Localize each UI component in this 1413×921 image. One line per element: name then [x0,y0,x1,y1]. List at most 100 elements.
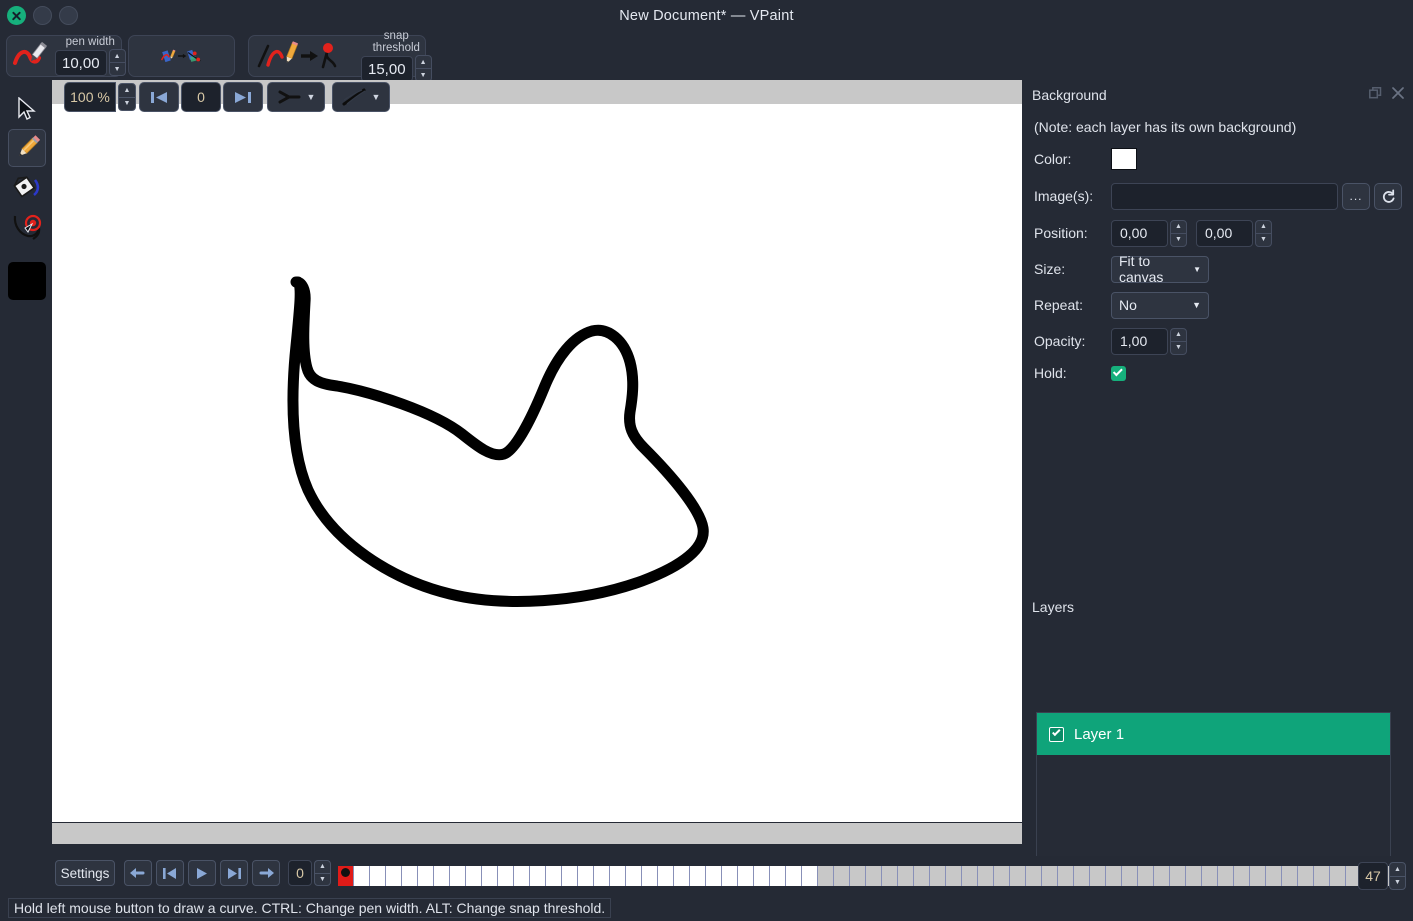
timeline-frame-cell[interactable] [738,866,754,886]
timeline-frame-cell[interactable] [1042,866,1058,886]
timeline-frame-cell[interactable] [594,866,610,886]
background-position-x-stepper[interactable]: ▲ ▼ [1170,219,1187,247]
pen-width-increase[interactable]: ▲ [109,50,125,63]
position-y-decrease[interactable]: ▼ [1256,234,1271,246]
timeline-frame-cell[interactable] [514,866,530,886]
timeline-frame-cell[interactable] [706,866,722,886]
timeline-settings-button[interactable]: Settings [55,860,115,886]
timeline-frame-cell[interactable] [802,866,818,886]
timeline-frame-cell[interactable] [1138,866,1154,886]
timeline-frame-cell[interactable] [754,866,770,886]
timeline-frame-cell[interactable] [1026,866,1042,886]
snap-threshold-value[interactable]: 15,00 [361,56,413,82]
timeline-end-frame-stepper[interactable]: ▲ ▼ [1389,862,1406,890]
background-opacity-stepper[interactable]: ▲ ▼ [1170,327,1187,355]
timeline-current-frame-stepper[interactable]: ▲ ▼ [314,860,331,886]
end-frame-increase[interactable]: ▲ [1390,863,1405,877]
select-tool[interactable] [8,90,46,128]
timeline-frame-cell[interactable] [1218,866,1234,886]
background-opacity-input[interactable]: 1,00 [1111,327,1168,355]
snap-threshold-spinner[interactable]: 15,00 ▲ ▼ [361,55,432,82]
timeline-frame-cell[interactable] [1234,866,1250,886]
zoom-decrease[interactable]: ▼ [119,98,135,111]
snap-icon[interactable] [255,39,355,73]
pen-width-value[interactable]: 10,00 [55,50,107,76]
canvas-horizontal-scrollbar[interactable] [52,822,1022,844]
position-x-increase[interactable]: ▲ [1171,221,1186,234]
timeline-current-frame-value[interactable]: 0 [288,860,312,886]
timeline-frame-cell[interactable] [946,866,962,886]
position-y-increase[interactable]: ▲ [1256,221,1271,234]
timeline-frame-cell[interactable] [434,866,450,886]
sculpt-tool[interactable] [8,207,46,245]
timeline-frame-cell[interactable] [658,866,674,886]
timeline-frame-cell[interactable] [850,866,866,886]
float-panel-icon[interactable] [1369,86,1382,100]
timeline-frame-cell[interactable] [1170,866,1186,886]
timeline-frame-cell[interactable] [994,866,1010,886]
position-x-decrease[interactable]: ▼ [1171,234,1186,246]
previous-keyframe-button[interactable] [124,860,152,886]
opacity-decrease[interactable]: ▼ [1171,342,1186,354]
topology-dropdown-button[interactable]: ▼ [267,82,325,112]
pen-width-spinner[interactable]: 10,00 ▲ ▼ [55,49,126,76]
timeline-frame-cell[interactable] [370,866,386,886]
go-to-first-frame-button[interactable] [139,82,179,112]
timeline-frame-cell[interactable] [1330,866,1346,886]
timeline-frame-cell[interactable] [690,866,706,886]
zoom-increase[interactable]: ▲ [119,84,135,98]
background-position-x-input[interactable]: 0,00 [1111,219,1168,247]
timeline-frame-cell[interactable] [546,866,562,886]
pen-width-decrease[interactable]: ▼ [110,63,125,75]
snap-threshold-increase[interactable]: ▲ [415,56,431,69]
timeline-frame-cell[interactable] [450,866,466,886]
background-hold-checkbox[interactable] [1111,365,1126,381]
timeline-frame-cell[interactable] [818,866,834,886]
draw-curve-icon[interactable] [13,39,49,73]
timeline-frame-cell[interactable] [610,866,626,886]
chevron-down-icon[interactable]: ▼ [307,92,316,102]
timeline-frame-cell[interactable] [1010,866,1026,886]
timeline-frame-cell[interactable] [1058,866,1074,886]
next-keyframe-button[interactable] [252,860,280,886]
timeline-frame-cell[interactable] [978,866,994,886]
timeline-frame-cell[interactable] [530,866,546,886]
stroke-style-dropdown-button[interactable]: ▼ [332,82,390,112]
timeline-frame-cell[interactable] [722,866,738,886]
timeline-frame-cell[interactable] [866,866,882,886]
timeline-frame-cell[interactable] [1154,866,1170,886]
pen-width-stepper[interactable]: ▲ ▼ [108,49,126,76]
timeline-frame-strip[interactable] [338,866,1394,886]
layer-visibility-checkbox[interactable] [1049,726,1064,742]
reload-images-button[interactable] [1374,182,1402,210]
background-position-y-input[interactable]: 0,00 [1196,219,1253,247]
paint-bucket-tool[interactable] [8,168,46,206]
timeline-frame-cell[interactable] [898,866,914,886]
background-repeat-dropdown[interactable]: No ▼ [1111,291,1209,319]
timeline-frame-cell[interactable] [578,866,594,886]
timeline-frame-cell[interactable] [1090,866,1106,886]
timeline-frame-cell[interactable] [1074,866,1090,886]
timeline-frame-cell[interactable] [1122,866,1138,886]
browse-images-button[interactable]: ... [1342,182,1370,210]
planar-map-icon[interactable] [160,39,203,73]
timeline-frame-cell[interactable] [1202,866,1218,886]
timeline-frame-cell[interactable] [1298,866,1314,886]
color-swatch[interactable] [8,262,46,300]
background-color-swatch[interactable] [1111,148,1137,170]
go-to-last-frame-button[interactable] [223,82,263,112]
go-to-last-frame-button[interactable] [220,860,248,886]
end-frame-decrease[interactable]: ▼ [1390,877,1405,890]
timeline-frame-cell[interactable] [1250,866,1266,886]
current-frame-display[interactable]: 0 [181,82,221,112]
timeline-frame-cell[interactable] [626,866,642,886]
background-images-input[interactable] [1111,182,1338,210]
timeline-frame-cell[interactable] [962,866,978,886]
timeline-frame-cell[interactable] [914,866,930,886]
timeline-frame-cell[interactable] [834,866,850,886]
opacity-increase[interactable]: ▲ [1171,329,1186,342]
timeline-frame-cell[interactable] [418,866,434,886]
timeline-frame-cell[interactable] [498,866,514,886]
play-button[interactable] [188,860,216,886]
timeline-frame-cell[interactable] [930,866,946,886]
